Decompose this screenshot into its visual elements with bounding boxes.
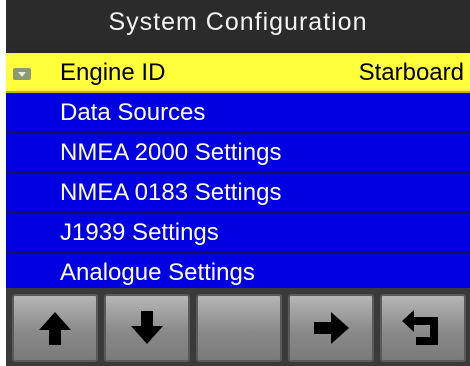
menu-list: Engine ID Starboard Data Sources NMEA 20… — [6, 53, 470, 288]
arrow-up-icon — [35, 308, 75, 348]
display-screen: System Configuration Engine ID Starboard… — [6, 0, 470, 366]
menu-item-engine-id[interactable]: Engine ID Starboard — [6, 53, 470, 93]
title-bar: System Configuration — [6, 0, 470, 44]
arrow-right-icon — [311, 308, 351, 348]
softkey-back[interactable] — [380, 294, 466, 362]
arrow-down-icon — [127, 308, 167, 348]
menu-item-j1939-settings[interactable]: J1939 Settings — [6, 213, 470, 253]
softkey-right[interactable] — [288, 294, 374, 362]
menu-item-data-sources[interactable]: Data Sources — [6, 93, 470, 133]
back-return-icon — [400, 307, 446, 349]
menu-item-label: NMEA 0183 Settings — [60, 179, 282, 206]
softkey-up[interactable] — [12, 294, 98, 362]
menu-item-label: J1939 Settings — [60, 219, 219, 246]
selection-marker-icon — [13, 68, 31, 80]
menu-item-label: NMEA 2000 Settings — [60, 139, 282, 166]
menu-item-label: Engine ID — [60, 59, 166, 86]
softkey-bar — [6, 288, 470, 366]
softkey-blank[interactable] — [196, 294, 282, 362]
menu-item-nmea-0183-settings[interactable]: NMEA 0183 Settings — [6, 173, 470, 213]
menu-item-label: Analogue Settings — [60, 259, 255, 286]
menu-item-analogue-settings[interactable]: Analogue Settings — [6, 253, 470, 288]
menu-item-nmea-2000-settings[interactable]: NMEA 2000 Settings — [6, 133, 470, 173]
menu-item-label: Data Sources — [60, 99, 206, 126]
softkey-down[interactable] — [104, 294, 190, 362]
page-title: System Configuration — [108, 7, 368, 36]
menu-item-value: Starboard — [358, 59, 464, 86]
